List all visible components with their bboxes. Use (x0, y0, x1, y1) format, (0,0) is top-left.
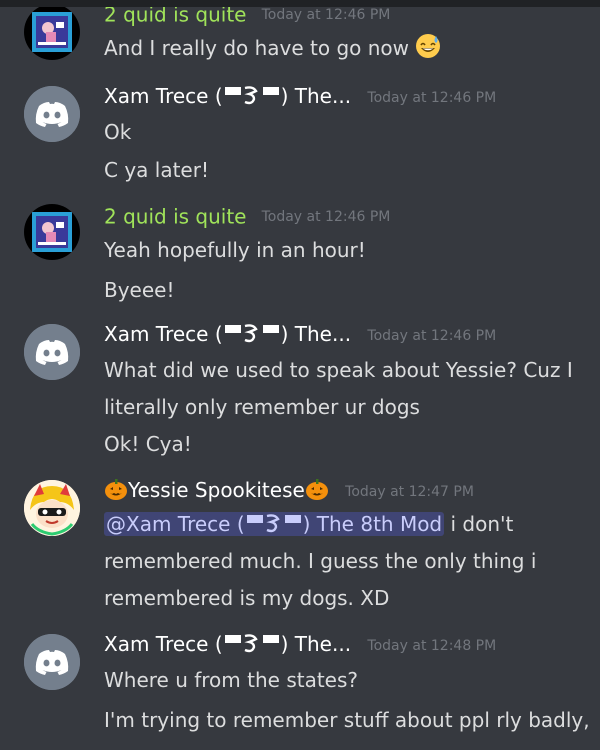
anime-avatar-image (24, 4, 80, 60)
author-name[interactable]: Xam Trece ( ) The... (104, 84, 357, 108)
author-name[interactable]: Xam Trece ( ) The... (104, 632, 357, 656)
timestamp: Today at 12:46 PM (367, 89, 497, 106)
message-text: Yeah hopefully in an hour! (104, 238, 366, 262)
message-text: remembered much. I guess the only thing … (104, 549, 537, 573)
message-text: Ok (104, 120, 132, 144)
message-header: Yessie Spookitese Today at 12:47 PM (104, 476, 474, 504)
jack-o-lantern-icon (305, 477, 329, 508)
message-header: 2 quid is quite Today at 12:46 PM (104, 202, 390, 230)
kaomoji-face-icon (223, 322, 281, 351)
user-mention[interactable]: @Xam Trece ( ) The 8th Mod (104, 512, 445, 536)
kaomoji-face-icon (245, 509, 303, 545)
message-text: Where u from the states? (104, 668, 359, 692)
message-text: Byeee! (104, 278, 175, 302)
top-bar (0, 0, 600, 7)
timestamp: Today at 12:46 PM (261, 6, 391, 23)
message-header: Xam Trece ( ) The... Today at 12:48 PM (104, 630, 496, 658)
author-name[interactable]: 2 quid is quite (104, 205, 246, 229)
chat-log: 2 quid is quite Today at 12:46 PM And I … (0, 0, 600, 750)
author-name-prefix: Xam Trece ( (104, 84, 223, 108)
timestamp: Today at 12:46 PM (261, 208, 391, 225)
author-name-suffix: ) The... (280, 84, 352, 108)
author-name-suffix: ) The... (280, 322, 352, 346)
message-text: I'm trying to remember stuff about ppl r… (104, 708, 590, 732)
avatar[interactable] (24, 480, 80, 536)
message-text: C ya later! (104, 158, 209, 182)
sweat-smile-emoji-icon (415, 33, 441, 70)
kaomoji-face-icon (223, 632, 281, 661)
message-text: What did we used to speak about Yessie? … (104, 358, 573, 382)
avatar[interactable] (24, 324, 80, 380)
avatar[interactable] (24, 86, 80, 142)
mention-suffix: ) The 8th Mod (302, 512, 443, 536)
cartoon-avatar-image (24, 480, 80, 536)
message-line: i don't (444, 512, 514, 536)
author-name[interactable]: Xam Trece ( ) The... (104, 322, 357, 346)
message-text: And I really do have to go now (104, 30, 441, 66)
avatar[interactable] (24, 204, 80, 260)
author-name-prefix: Xam Trece ( (104, 322, 223, 346)
message-text: @Xam Trece ( ) The 8th Mod i don't (104, 506, 513, 542)
discord-logo-icon (24, 86, 80, 142)
timestamp: Today at 12:47 PM (345, 484, 474, 500)
timestamp: Today at 12:48 PM (367, 637, 497, 654)
anime-avatar-image (24, 204, 80, 260)
kaomoji-face-icon (223, 84, 281, 113)
mention-prefix: @Xam Trece ( (106, 512, 245, 536)
author-name-prefix: Xam Trece ( (104, 632, 223, 656)
timestamp: Today at 12:46 PM (367, 327, 497, 344)
discord-logo-icon (24, 324, 80, 380)
message-header: Xam Trece ( ) The... Today at 12:46 PM (104, 82, 496, 110)
message-text: remembered is my dogs. XD (104, 586, 390, 610)
message-line: And I really do have to go now (104, 36, 410, 60)
jack-o-lantern-icon (104, 477, 128, 508)
avatar[interactable] (24, 634, 80, 690)
discord-logo-icon (24, 634, 80, 690)
message-text: Ok! Cya! (104, 432, 192, 456)
author-name-suffix: ) The... (280, 632, 352, 656)
author-name[interactable]: Yessie Spookitese (104, 478, 335, 502)
avatar[interactable] (24, 4, 80, 60)
message-header: Xam Trece ( ) The... Today at 12:46 PM (104, 320, 496, 348)
message-text: literally only remember ur dogs (104, 395, 420, 419)
author-name-text: Yessie Spookitese (128, 478, 305, 502)
